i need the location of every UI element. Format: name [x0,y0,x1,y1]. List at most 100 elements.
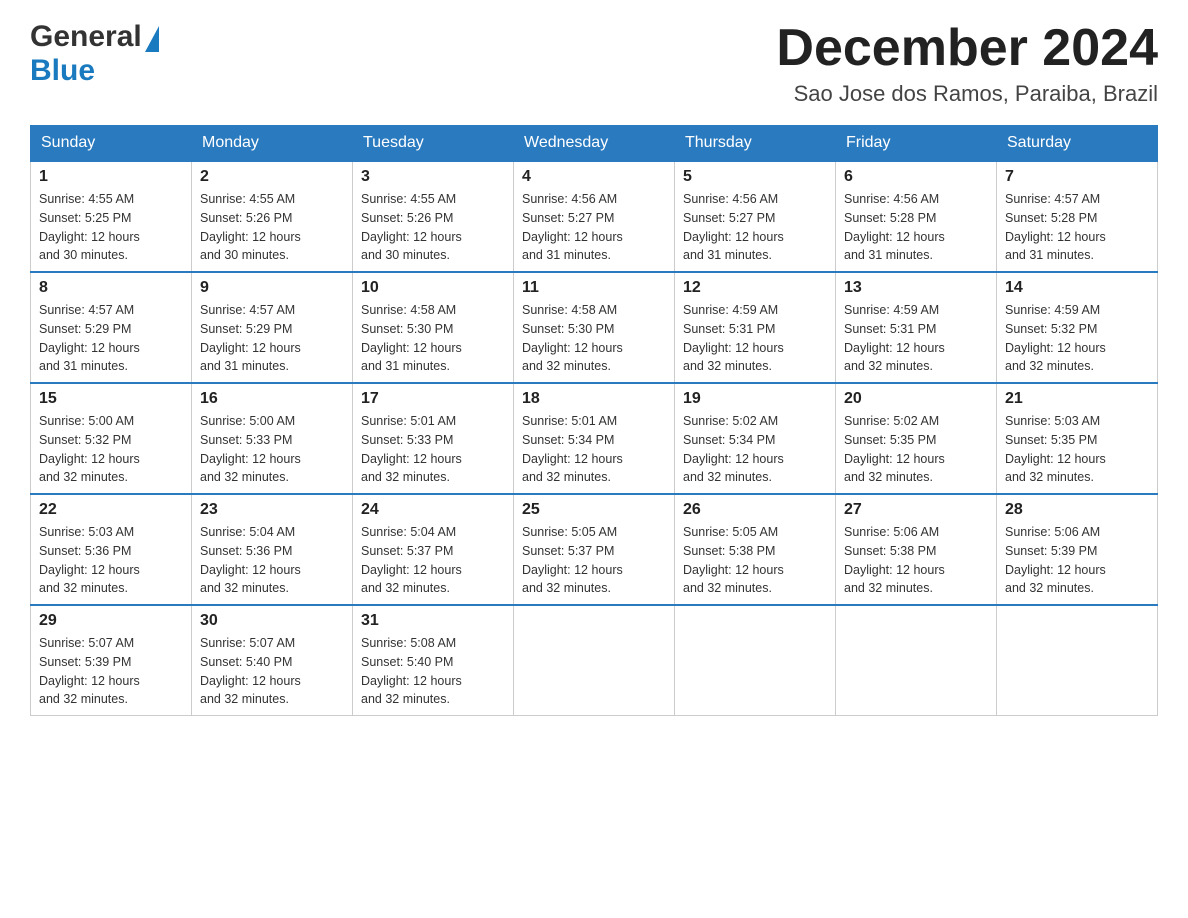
calendar-cell [997,605,1158,716]
calendar-week-row: 15 Sunrise: 5:00 AMSunset: 5:32 PMDaylig… [31,383,1158,494]
calendar-cell [675,605,836,716]
day-info: Sunrise: 5:00 AMSunset: 5:32 PMDaylight:… [39,414,140,484]
calendar-cell: 1 Sunrise: 4:55 AMSunset: 5:25 PMDayligh… [31,161,192,272]
day-number: 5 [683,168,827,186]
day-info: Sunrise: 5:03 AMSunset: 5:35 PMDaylight:… [1005,414,1106,484]
calendar-cell: 9 Sunrise: 4:57 AMSunset: 5:29 PMDayligh… [192,272,353,383]
day-info: Sunrise: 5:08 AMSunset: 5:40 PMDaylight:… [361,636,462,706]
day-info: Sunrise: 5:03 AMSunset: 5:36 PMDaylight:… [39,525,140,595]
calendar-week-row: 8 Sunrise: 4:57 AMSunset: 5:29 PMDayligh… [31,272,1158,383]
calendar-cell: 18 Sunrise: 5:01 AMSunset: 5:34 PMDaylig… [514,383,675,494]
day-info: Sunrise: 5:04 AMSunset: 5:37 PMDaylight:… [361,525,462,595]
page-header: General Blue December 2024 Sao Jose dos … [30,20,1158,107]
day-info: Sunrise: 5:05 AMSunset: 5:38 PMDaylight:… [683,525,784,595]
header-monday: Monday [192,126,353,162]
day-info: Sunrise: 5:07 AMSunset: 5:39 PMDaylight:… [39,636,140,706]
calendar-cell: 24 Sunrise: 5:04 AMSunset: 5:37 PMDaylig… [353,494,514,605]
header-tuesday: Tuesday [353,126,514,162]
day-info: Sunrise: 4:56 AMSunset: 5:28 PMDaylight:… [844,192,945,262]
day-number: 22 [39,501,183,519]
calendar-cell: 3 Sunrise: 4:55 AMSunset: 5:26 PMDayligh… [353,161,514,272]
calendar-cell: 8 Sunrise: 4:57 AMSunset: 5:29 PMDayligh… [31,272,192,383]
calendar-cell: 29 Sunrise: 5:07 AMSunset: 5:39 PMDaylig… [31,605,192,716]
day-number: 8 [39,279,183,297]
day-number: 2 [200,168,344,186]
day-number: 14 [1005,279,1149,297]
location-subtitle: Sao Jose dos Ramos, Paraiba, Brazil [776,81,1158,107]
calendar-cell: 22 Sunrise: 5:03 AMSunset: 5:36 PMDaylig… [31,494,192,605]
day-info: Sunrise: 5:06 AMSunset: 5:38 PMDaylight:… [844,525,945,595]
logo-blue-text: Blue [30,54,95,87]
header-friday: Friday [836,126,997,162]
day-info: Sunrise: 5:05 AMSunset: 5:37 PMDaylight:… [522,525,623,595]
header-saturday: Saturday [997,126,1158,162]
calendar-cell: 28 Sunrise: 5:06 AMSunset: 5:39 PMDaylig… [997,494,1158,605]
day-number: 31 [361,612,505,630]
day-info: Sunrise: 4:59 AMSunset: 5:31 PMDaylight:… [683,303,784,373]
day-info: Sunrise: 4:58 AMSunset: 5:30 PMDaylight:… [522,303,623,373]
day-info: Sunrise: 4:59 AMSunset: 5:31 PMDaylight:… [844,303,945,373]
day-number: 1 [39,168,183,186]
day-number: 17 [361,390,505,408]
calendar-week-row: 22 Sunrise: 5:03 AMSunset: 5:36 PMDaylig… [31,494,1158,605]
day-info: Sunrise: 4:55 AMSunset: 5:25 PMDaylight:… [39,192,140,262]
calendar-cell: 30 Sunrise: 5:07 AMSunset: 5:40 PMDaylig… [192,605,353,716]
day-number: 27 [844,501,988,519]
title-block: December 2024 Sao Jose dos Ramos, Paraib… [776,20,1158,107]
header-thursday: Thursday [675,126,836,162]
calendar-cell: 14 Sunrise: 4:59 AMSunset: 5:32 PMDaylig… [997,272,1158,383]
calendar-cell: 12 Sunrise: 4:59 AMSunset: 5:31 PMDaylig… [675,272,836,383]
day-number: 6 [844,168,988,186]
day-info: Sunrise: 4:57 AMSunset: 5:28 PMDaylight:… [1005,192,1106,262]
day-number: 26 [683,501,827,519]
day-number: 4 [522,168,666,186]
day-info: Sunrise: 4:57 AMSunset: 5:29 PMDaylight:… [39,303,140,373]
calendar-cell: 2 Sunrise: 4:55 AMSunset: 5:26 PMDayligh… [192,161,353,272]
day-number: 10 [361,279,505,297]
calendar-cell: 4 Sunrise: 4:56 AMSunset: 5:27 PMDayligh… [514,161,675,272]
calendar-cell: 20 Sunrise: 5:02 AMSunset: 5:35 PMDaylig… [836,383,997,494]
day-number: 23 [200,501,344,519]
calendar-cell: 31 Sunrise: 5:08 AMSunset: 5:40 PMDaylig… [353,605,514,716]
day-info: Sunrise: 5:00 AMSunset: 5:33 PMDaylight:… [200,414,301,484]
calendar-cell: 10 Sunrise: 4:58 AMSunset: 5:30 PMDaylig… [353,272,514,383]
day-info: Sunrise: 4:59 AMSunset: 5:32 PMDaylight:… [1005,303,1106,373]
calendar-cell: 13 Sunrise: 4:59 AMSunset: 5:31 PMDaylig… [836,272,997,383]
month-title: December 2024 [776,20,1158,77]
day-number: 24 [361,501,505,519]
calendar-cell [514,605,675,716]
logo-triangle-icon [145,26,159,52]
day-info: Sunrise: 4:57 AMSunset: 5:29 PMDaylight:… [200,303,301,373]
day-number: 15 [39,390,183,408]
day-info: Sunrise: 5:01 AMSunset: 5:34 PMDaylight:… [522,414,623,484]
calendar-cell: 25 Sunrise: 5:05 AMSunset: 5:37 PMDaylig… [514,494,675,605]
day-number: 3 [361,168,505,186]
day-info: Sunrise: 5:02 AMSunset: 5:34 PMDaylight:… [683,414,784,484]
day-number: 9 [200,279,344,297]
day-number: 29 [39,612,183,630]
calendar-week-row: 1 Sunrise: 4:55 AMSunset: 5:25 PMDayligh… [31,161,1158,272]
day-info: Sunrise: 5:04 AMSunset: 5:36 PMDaylight:… [200,525,301,595]
calendar-cell: 19 Sunrise: 5:02 AMSunset: 5:34 PMDaylig… [675,383,836,494]
logo-general-text: General [30,20,142,54]
day-number: 11 [522,279,666,297]
day-number: 12 [683,279,827,297]
day-number: 28 [1005,501,1149,519]
calendar-cell: 26 Sunrise: 5:05 AMSunset: 5:38 PMDaylig… [675,494,836,605]
day-number: 19 [683,390,827,408]
day-info: Sunrise: 5:06 AMSunset: 5:39 PMDaylight:… [1005,525,1106,595]
calendar-week-row: 29 Sunrise: 5:07 AMSunset: 5:39 PMDaylig… [31,605,1158,716]
calendar-cell: 23 Sunrise: 5:04 AMSunset: 5:36 PMDaylig… [192,494,353,605]
calendar-cell [836,605,997,716]
day-number: 18 [522,390,666,408]
day-info: Sunrise: 5:02 AMSunset: 5:35 PMDaylight:… [844,414,945,484]
day-info: Sunrise: 5:01 AMSunset: 5:33 PMDaylight:… [361,414,462,484]
header-wednesday: Wednesday [514,126,675,162]
day-info: Sunrise: 4:56 AMSunset: 5:27 PMDaylight:… [522,192,623,262]
logo: General Blue [30,20,159,88]
calendar-cell: 21 Sunrise: 5:03 AMSunset: 5:35 PMDaylig… [997,383,1158,494]
calendar-cell: 15 Sunrise: 5:00 AMSunset: 5:32 PMDaylig… [31,383,192,494]
calendar-cell: 7 Sunrise: 4:57 AMSunset: 5:28 PMDayligh… [997,161,1158,272]
header-sunday: Sunday [31,126,192,162]
day-number: 7 [1005,168,1149,186]
